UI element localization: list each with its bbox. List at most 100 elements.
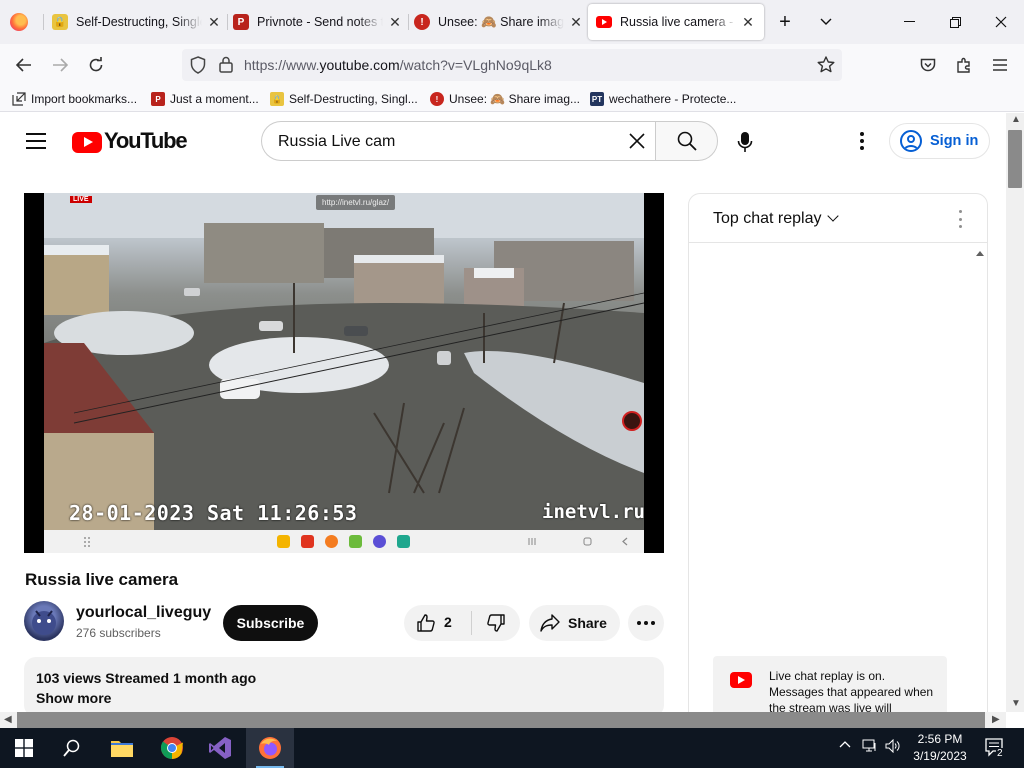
start-button[interactable]: [0, 728, 48, 768]
search-icon: [677, 131, 697, 151]
close-tab-icon[interactable]: ✕: [387, 14, 403, 31]
list-all-tabs-button[interactable]: [803, 0, 849, 44]
dislike-button[interactable]: [472, 605, 520, 641]
scroll-down-arrow-icon[interactable]: ▼: [1011, 698, 1021, 709]
subscriber-count: 276 subscribers: [76, 626, 161, 640]
tab-unsee[interactable]: ! Unsee: 🙈 Share image ✕: [414, 4, 584, 40]
close-tab-icon[interactable]: ✕: [206, 14, 222, 31]
taskbar-search-button[interactable]: [48, 728, 96, 768]
show-more-link[interactable]: Show more: [36, 690, 111, 706]
vertical-scroll-thumb[interactable]: [1008, 130, 1022, 188]
like-button[interactable]: [404, 605, 471, 641]
new-tab-button[interactable]: +: [762, 0, 808, 44]
shield-icon[interactable]: [190, 56, 206, 74]
volume-icon[interactable]: [885, 738, 901, 756]
bookmark-label: Just a moment...: [170, 92, 259, 106]
chat-notice-text: Live chat replay is on. Messages that ap…: [769, 669, 934, 715]
close-window-button[interactable]: [978, 0, 1024, 44]
visual-studio-button[interactable]: [196, 728, 244, 768]
bookmark-star-icon[interactable]: [817, 56, 835, 73]
page-vertical-scrollbar[interactable]: [1006, 113, 1024, 712]
forward-button[interactable]: [48, 53, 72, 77]
unsee-icon: !: [430, 92, 444, 106]
youtube-logo-icon[interactable]: [72, 132, 102, 153]
thumbs-up-icon: [417, 614, 435, 632]
floating-bubble-icon[interactable]: [622, 411, 642, 431]
description-box[interactable]: 103 views Streamed 1 month ago Show more: [24, 657, 664, 717]
scroll-up-arrow-icon[interactable]: ▲: [1011, 114, 1021, 125]
like-count: 2: [444, 614, 452, 630]
sign-in-label: Sign in: [930, 133, 979, 149]
tab-privnote[interactable]: P Privnote - Send notes th ✕: [233, 4, 403, 40]
video-player[interactable]: http://inetvl.ru/glaz/ LIVE 28-01-2023 S…: [24, 193, 664, 553]
import-icon: [12, 92, 26, 106]
folder-icon: [111, 741, 133, 757]
taskbar-clock[interactable]: 2:56 PM 3/19/2023: [910, 731, 970, 765]
chrome-button[interactable]: [148, 728, 196, 768]
search-icon: [63, 739, 80, 757]
tab-title: Unsee: 🙈 Share image: [438, 14, 564, 29]
settings-more-icon[interactable]: [852, 129, 872, 153]
bookmark-label: Unsee: 🙈 Share imag...: [449, 92, 580, 106]
subscribe-button[interactable]: Subscribe: [223, 605, 318, 641]
youtube-logo-text[interactable]: YouTube: [104, 128, 188, 154]
share-label: Share: [568, 615, 607, 631]
file-explorer-button[interactable]: [98, 728, 146, 768]
firefox-taskbar-button[interactable]: [246, 728, 294, 768]
guide-menu-icon[interactable]: [26, 133, 46, 149]
show-hidden-icons-chevron[interactable]: [839, 738, 851, 752]
bookmark-just-a-moment[interactable]: P Just a moment...: [151, 90, 259, 108]
pocket-button[interactable]: [916, 53, 940, 77]
close-tab-icon[interactable]: ✕: [568, 14, 584, 31]
search-button[interactable]: [655, 121, 718, 161]
tab-self-destructing[interactable]: 🔒 Self-Destructing, Single ✕: [52, 4, 222, 40]
youtube-masthead: YouTube Russia Live cam Sign in: [0, 113, 1006, 169]
bookmark-import[interactable]: Import bookmarks...: [12, 90, 137, 108]
tab-separator: [43, 14, 44, 30]
url-text[interactable]: https://www.youtube.com/watch?v=VLghNo9q…: [244, 57, 552, 73]
share-button[interactable]: Share: [529, 605, 620, 641]
video-frame[interactable]: http://inetvl.ru/glaz/ LIVE 28-01-2023 S…: [44, 193, 644, 530]
browser-tab-strip: 🔒 Self-Destructing, Single ✕ P Privnote …: [0, 0, 1024, 44]
more-actions-button[interactable]: [628, 605, 664, 641]
channel-name[interactable]: yourlocal_liveguy: [76, 604, 211, 622]
clear-search-icon[interactable]: [625, 129, 649, 153]
search-value[interactable]: Russia Live cam: [278, 133, 395, 151]
back-button[interactable]: [12, 53, 36, 77]
bookmark-label: wechathere - Protecte...: [609, 92, 737, 106]
tab-youtube-active[interactable]: Russia live camera - You ✕: [588, 4, 764, 40]
minimize-button[interactable]: [886, 0, 932, 44]
firefox-icon: [259, 737, 281, 759]
scroll-right-arrow-icon[interactable]: ▶: [992, 714, 1000, 725]
app-menu-button[interactable]: [988, 53, 1012, 77]
chat-more-icon[interactable]: [957, 210, 963, 228]
lock-icon[interactable]: [219, 56, 233, 73]
chat-mode-selector[interactable]: Top chat replay: [713, 210, 822, 228]
sign-in-button[interactable]: Sign in: [889, 123, 990, 159]
bookmark-self-destructing[interactable]: 🔒 Self-Destructing, Singl...: [270, 90, 418, 108]
privnote-icon: P: [151, 92, 165, 106]
search-input[interactable]: Russia Live cam: [261, 121, 655, 161]
bookmark-wechathere[interactable]: PT wechathere - Protecte...: [590, 90, 736, 108]
live-chat-panel: Top chat replay Live chat replay is on. …: [688, 193, 988, 726]
restore-button[interactable]: [932, 0, 978, 44]
voice-search-button[interactable]: [728, 125, 762, 159]
network-icon[interactable]: [862, 739, 878, 756]
horizontal-scroll-thumb[interactable]: [17, 712, 985, 728]
chat-header: Top chat replay: [689, 194, 987, 243]
bookmark-unsee[interactable]: ! Unsee: 🙈 Share imag...: [430, 90, 580, 108]
channel-avatar[interactable]: [24, 601, 64, 641]
phone-navigation-bar: [44, 530, 644, 553]
extensions-button[interactable]: [952, 53, 976, 77]
thumbs-down-icon: [487, 614, 505, 632]
chevron-down-icon[interactable]: [827, 210, 839, 222]
close-tab-icon[interactable]: ✕: [740, 14, 756, 31]
reload-button[interactable]: [84, 53, 108, 77]
chat-scroll-up-icon[interactable]: [976, 251, 984, 256]
camera-url-overlay: http://inetvl.ru/glaz/: [316, 195, 396, 210]
notification-count: 2: [996, 748, 1004, 759]
scroll-left-arrow-icon[interactable]: ◀: [4, 714, 12, 725]
url-bar[interactable]: https://www.youtube.com/watch?v=VLghNo9q…: [182, 49, 842, 81]
camera-timestamp: 28-01-2023 Sat 11:26:53: [69, 501, 358, 525]
firefox-menu-icon[interactable]: [10, 13, 28, 31]
